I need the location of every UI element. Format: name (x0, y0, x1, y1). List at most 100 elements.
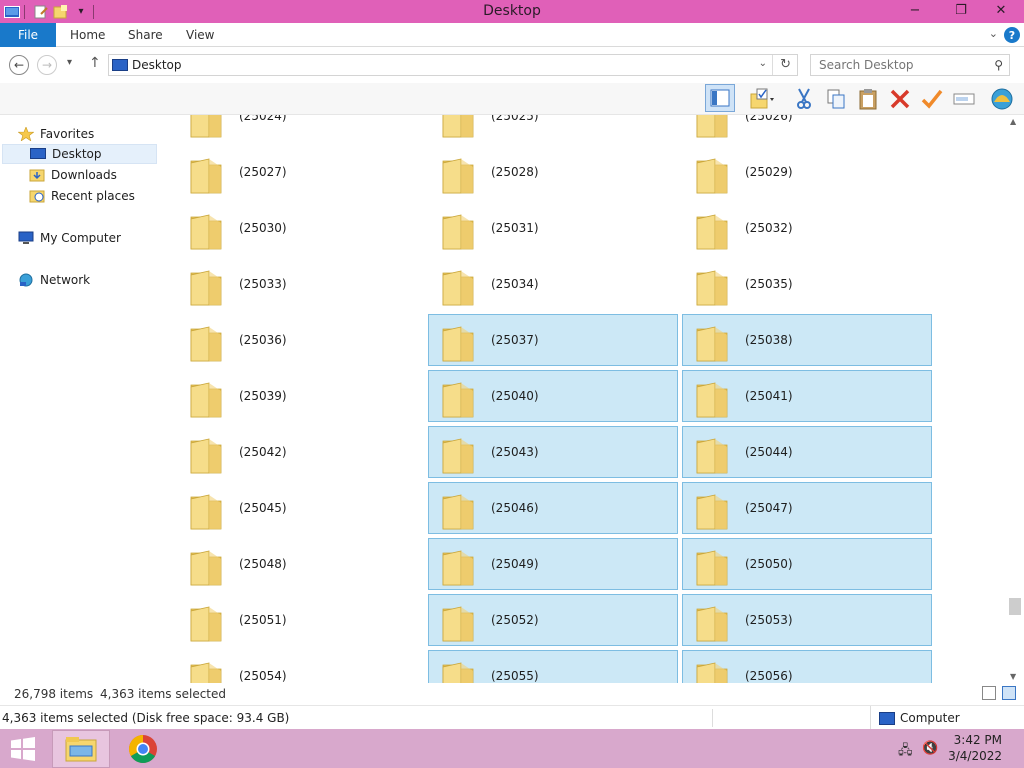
shell-button[interactable] (989, 86, 1015, 112)
folder-item[interactable]: (25046) (428, 482, 678, 534)
folder-icon (439, 267, 479, 307)
ribbon-tabs: File Home Share View ⌄ ? (0, 23, 1024, 47)
folder-item[interactable]: (25029) (682, 146, 932, 198)
folder-item[interactable]: (25039) (176, 370, 426, 422)
windows-start-icon[interactable] (10, 737, 36, 761)
folder-item[interactable]: (25025) (428, 115, 678, 142)
folder-icon (187, 267, 227, 307)
sidebar-item-favorites[interactable]: Favorites (18, 124, 94, 144)
address-path[interactable]: Desktop (132, 58, 182, 72)
network-tray-icon[interactable]: 🖧 (898, 741, 914, 758)
search-input[interactable] (811, 55, 987, 75)
folder-item[interactable]: (25027) (176, 146, 426, 198)
large-icons-view-icon[interactable] (1002, 686, 1016, 700)
clock[interactable]: 3:42 PM 3/4/2022 (948, 732, 1002, 764)
folder-item[interactable]: (25028) (428, 146, 678, 198)
folder-item[interactable]: (25053) (682, 594, 932, 646)
folder-name: (25031) (491, 221, 539, 235)
folder-item[interactable]: (25044) (682, 426, 932, 478)
copy-button[interactable] (823, 86, 849, 112)
rename-button[interactable] (951, 86, 977, 112)
folder-item[interactable]: (25026) (682, 115, 932, 142)
close-button[interactable]: ✕ (984, 0, 1018, 20)
recent-places-icon (29, 190, 45, 203)
sidebar-item-desktop[interactable]: Desktop (2, 144, 157, 164)
address-bar[interactable]: Desktop ⌄ ↻ (108, 54, 798, 76)
folder-name: (25044) (745, 445, 793, 459)
minimize-button[interactable]: − (900, 0, 930, 20)
folder-item[interactable]: (25033) (176, 258, 426, 310)
scroll-down-icon[interactable]: ▼ (1010, 672, 1016, 681)
folder-item[interactable]: (25038) (682, 314, 932, 366)
tab-share[interactable]: Share (128, 28, 163, 42)
folder-name: (25027) (239, 165, 287, 179)
forward-button[interactable]: → (37, 55, 57, 75)
folder-item[interactable]: (25048) (176, 538, 426, 590)
folder-icon (693, 659, 733, 683)
folder-item[interactable]: (25035) (682, 258, 932, 310)
file-list[interactable]: (25024) (25025) (25026) (25027) (25028) (2502… (160, 115, 1006, 683)
paste-button[interactable] (855, 86, 881, 112)
help-icon[interactable]: ? (1004, 27, 1020, 43)
folder-item[interactable]: (25051) (176, 594, 426, 646)
folder-name: (25036) (239, 333, 287, 347)
folder-item[interactable]: (25042) (176, 426, 426, 478)
scroll-thumb[interactable] (1009, 598, 1021, 615)
folder-item[interactable]: (25030) (176, 202, 426, 254)
expand-ribbon-chevron-icon[interactable]: ⌄ (989, 27, 998, 40)
navigation-bar: ← → ▾ ↑ Desktop ⌄ ↻ ⚲ (0, 47, 1024, 83)
folder-icon (693, 491, 733, 531)
volume-muted-icon[interactable]: 🔇 (922, 741, 938, 757)
delete-button[interactable] (887, 86, 913, 112)
folder-item[interactable]: (25052) (428, 594, 678, 646)
search-icon[interactable]: ⚲ (994, 58, 1003, 72)
scroll-up-icon[interactable]: ▲ (1010, 117, 1016, 126)
folder-item[interactable]: (25050) (682, 538, 932, 590)
apply-button[interactable] (919, 86, 945, 112)
folder-item[interactable]: (25043) (428, 426, 678, 478)
folder-icon (187, 547, 227, 587)
address-dropdown-icon[interactable]: ⌄ (759, 58, 767, 69)
select-folder-button[interactable] (742, 86, 782, 112)
up-arrow-button[interactable]: ↑ (89, 55, 101, 71)
divider (712, 709, 713, 727)
folder-item[interactable]: (25031) (428, 202, 678, 254)
tab-file[interactable]: File (0, 23, 56, 47)
folder-item[interactable]: (25040) (428, 370, 678, 422)
folder-item[interactable]: (25032) (682, 202, 932, 254)
maximize-button[interactable]: ❐ (946, 0, 976, 20)
folder-item[interactable]: (25049) (428, 538, 678, 590)
taskbar-file-explorer[interactable] (52, 730, 110, 768)
folder-icon (187, 491, 227, 531)
sidebar-item-downloads[interactable]: Downloads (29, 165, 117, 185)
folder-item[interactable]: (25041) (682, 370, 932, 422)
sidebar-item-network[interactable]: Network (18, 270, 90, 290)
folder-name: (25032) (745, 221, 793, 235)
folder-item[interactable]: (25037) (428, 314, 678, 366)
sidebar-item-my-computer[interactable]: My Computer (18, 228, 121, 248)
folder-item[interactable]: (25056) (682, 650, 932, 683)
folder-item[interactable]: (25024) (176, 115, 426, 142)
vertical-scrollbar[interactable]: ▲ ▼ (1006, 115, 1024, 683)
folder-item[interactable]: (25045) (176, 482, 426, 534)
folder-item[interactable]: (25054) (176, 650, 426, 683)
recent-locations-chevron-icon[interactable]: ▾ (67, 57, 72, 68)
tab-view[interactable]: View (186, 28, 214, 42)
folder-item[interactable]: (25047) (682, 482, 932, 534)
details-view-icon[interactable] (982, 686, 996, 700)
computer-icon (18, 231, 34, 244)
preview-pane-button[interactable] (705, 84, 735, 112)
copy-icon (827, 89, 845, 109)
folder-item[interactable]: (25036) (176, 314, 426, 366)
refresh-button[interactable]: ↻ (780, 57, 791, 72)
cut-button[interactable] (791, 86, 817, 112)
folder-item[interactable]: (25055) (428, 650, 678, 683)
folder-icon (187, 211, 227, 251)
taskbar-chrome[interactable] (114, 730, 172, 768)
sidebar-item-label: Desktop (52, 147, 102, 161)
back-button[interactable]: ← (9, 55, 29, 75)
folder-item[interactable]: (25034) (428, 258, 678, 310)
search-box[interactable]: ⚲ (810, 54, 1010, 76)
sidebar-item-recent-places[interactable]: Recent places (29, 186, 135, 206)
tab-home[interactable]: Home (70, 28, 105, 42)
